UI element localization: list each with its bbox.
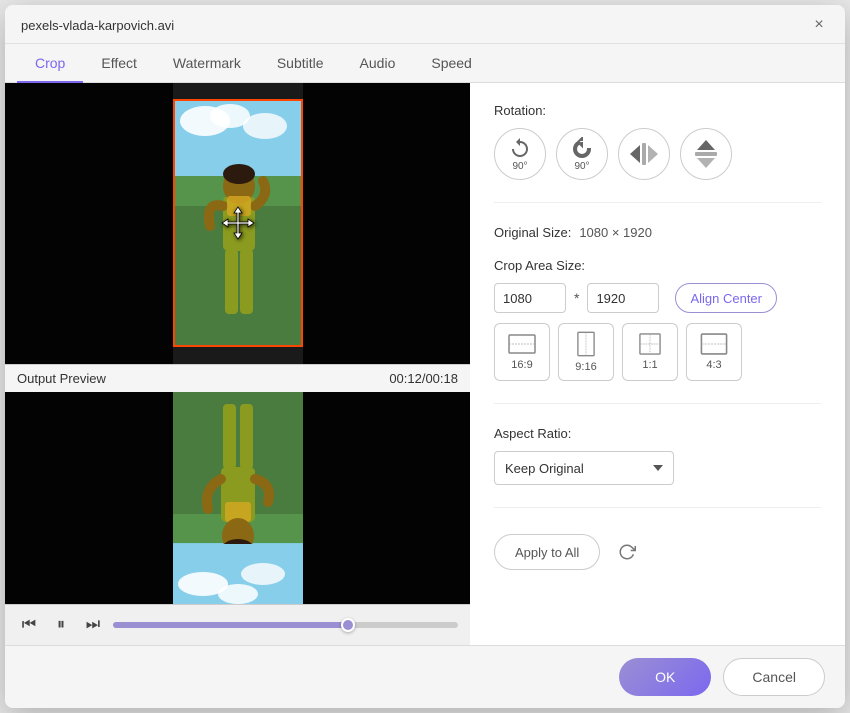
tab-audio[interactable]: Audio bbox=[342, 45, 414, 83]
aspect-16-9-label: 16:9 bbox=[511, 359, 532, 371]
crop-area-section: Crop Area Size: * Align Center 16:9 bbox=[494, 258, 821, 381]
right-panel: Rotation: 90° 90° bbox=[470, 83, 845, 645]
tabs-bar: Crop Effect Watermark Subtitle Audio Spe… bbox=[5, 44, 845, 83]
bottom-dark-left bbox=[5, 392, 173, 605]
crop-width-input[interactable] bbox=[494, 283, 566, 313]
ok-button[interactable]: OK bbox=[619, 658, 711, 696]
rotate-ccw-label: 90° bbox=[574, 161, 589, 172]
crop-area-label: Crop Area Size: bbox=[494, 258, 821, 273]
rotate-cw-icon bbox=[508, 137, 532, 161]
output-timestamp: 00:12/00:18 bbox=[389, 371, 458, 386]
aspect-9-16-label: 9:16 bbox=[575, 361, 596, 373]
bottom-dark-right bbox=[303, 392, 471, 605]
align-center-button[interactable]: Align Center bbox=[675, 283, 777, 313]
main-dialog: pexels-vlada-karpovich.avi × Crop Effect… bbox=[5, 5, 845, 708]
bottom-frame-svg bbox=[173, 392, 303, 605]
prev-button[interactable]: ⏮ bbox=[17, 613, 41, 637]
crop-frame[interactable] bbox=[173, 99, 303, 347]
video-preview-top bbox=[5, 83, 470, 364]
output-label-bar: Output Preview 00:12/00:18 bbox=[5, 364, 470, 392]
progress-fill bbox=[113, 622, 348, 628]
flip-horizontal-button[interactable] bbox=[618, 128, 670, 180]
cancel-button[interactable]: Cancel bbox=[723, 658, 825, 696]
tab-watermark[interactable]: Watermark bbox=[155, 45, 259, 83]
original-size-value: 1080 × 1920 bbox=[579, 225, 652, 240]
rotation-label: Rotation: bbox=[494, 103, 821, 118]
flip-vertical-button[interactable] bbox=[680, 128, 732, 180]
playback-bar: ⏮ ⏸ ⏭ bbox=[5, 604, 470, 645]
aspect-1-1-icon bbox=[639, 333, 661, 355]
pause-button[interactable]: ⏸ bbox=[49, 613, 73, 637]
aspect-4-3-button[interactable]: 4:3 bbox=[686, 323, 742, 381]
aspect-1-1-label: 1:1 bbox=[642, 359, 657, 371]
rotate-cw-button[interactable]: 90° bbox=[494, 128, 546, 180]
crop-height-input[interactable] bbox=[587, 283, 659, 313]
footer: OK Cancel bbox=[5, 645, 845, 708]
rotation-buttons: 90° 90° bbox=[494, 128, 821, 180]
tab-speed[interactable]: Speed bbox=[413, 45, 489, 83]
rotation-section: Rotation: 90° 90° bbox=[494, 103, 821, 180]
aspect-16-9-icon bbox=[508, 333, 536, 355]
aspect-ratio-section: Aspect Ratio: Keep Original 16:9 9:16 1:… bbox=[494, 426, 821, 485]
rotate-ccw-button[interactable]: 90° bbox=[556, 128, 608, 180]
tab-crop[interactable]: Crop bbox=[17, 45, 83, 83]
aspect-ratio-select[interactable]: Keep Original 16:9 9:16 1:1 4:3 21:9 bbox=[494, 451, 674, 485]
separator-1 bbox=[494, 202, 821, 203]
aspect-ratio-label: Aspect Ratio: bbox=[494, 426, 821, 441]
aspect-4-3-icon bbox=[700, 333, 728, 355]
aspect-4-3-label: 4:3 bbox=[706, 359, 721, 371]
separator-2 bbox=[494, 403, 821, 404]
separator-3 bbox=[494, 507, 821, 508]
main-content: Output Preview 00:12/00:18 bbox=[5, 83, 845, 645]
video-preview-bottom bbox=[5, 392, 470, 605]
refresh-button[interactable] bbox=[612, 537, 642, 567]
flip-h-icon bbox=[630, 143, 658, 165]
progress-thumb[interactable] bbox=[341, 618, 355, 632]
progress-bar[interactable] bbox=[113, 622, 458, 628]
flip-v-icon bbox=[695, 140, 717, 168]
apply-row: Apply to All bbox=[494, 534, 821, 570]
rotate-cw-label: 90° bbox=[512, 161, 527, 172]
crop-area-inputs: * Align Center bbox=[494, 283, 821, 313]
title-bar: pexels-vlada-karpovich.avi × bbox=[5, 5, 845, 44]
dark-right bbox=[303, 83, 471, 364]
move-cursor-icon bbox=[220, 205, 256, 241]
refresh-icon bbox=[618, 543, 636, 561]
close-button[interactable]: × bbox=[809, 15, 829, 35]
apply-all-button[interactable]: Apply to All bbox=[494, 534, 600, 570]
original-size-label: Original Size: bbox=[494, 225, 571, 240]
aspect-9-16-button[interactable]: 9:16 bbox=[558, 323, 614, 381]
output-preview-label: Output Preview bbox=[17, 371, 106, 386]
next-button[interactable]: ⏭ bbox=[81, 613, 105, 637]
bottom-preview-image bbox=[173, 392, 303, 605]
aspect-1-1-button[interactable]: 1:1 bbox=[622, 323, 678, 381]
rotate-ccw-icon bbox=[570, 137, 594, 161]
left-panel: Output Preview 00:12/00:18 bbox=[5, 83, 470, 645]
dark-left bbox=[5, 83, 173, 364]
tab-effect[interactable]: Effect bbox=[83, 45, 155, 83]
original-size-row: Original Size: 1080 × 1920 bbox=[494, 225, 821, 240]
tab-subtitle[interactable]: Subtitle bbox=[259, 45, 342, 83]
crop-separator: * bbox=[574, 290, 579, 306]
dialog-title: pexels-vlada-karpovich.avi bbox=[21, 18, 174, 33]
aspect-16-9-button[interactable]: 16:9 bbox=[494, 323, 550, 381]
aspect-preset-buttons: 16:9 9:16 bbox=[494, 323, 821, 381]
aspect-9-16-icon bbox=[577, 331, 595, 357]
